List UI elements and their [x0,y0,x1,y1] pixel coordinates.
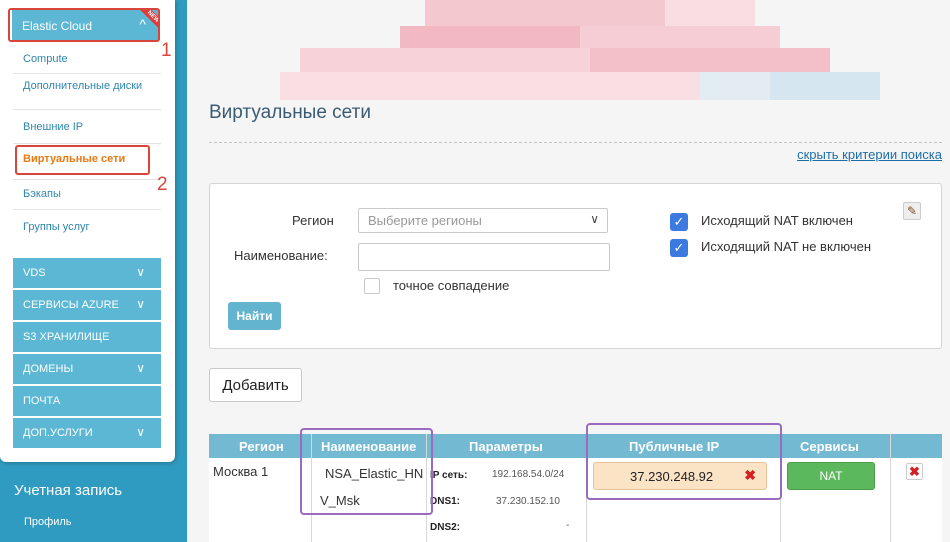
submenu-item-extra-disks[interactable]: Дополнительные диски [13,74,161,110]
nat-service-button[interactable]: NAT [787,462,875,490]
chevron-down-icon: ∨ [136,425,145,439]
page-title: Виртуальные сети [209,102,371,123]
exact-match-label: точное совпадение [393,278,510,293]
hide-search-criteria-link[interactable]: скрыть критерии поиска [797,147,942,162]
nat-disabled-checkbox[interactable]: ✓ [670,239,688,257]
param-dns1-key: DNS1: [430,496,461,507]
annotation-number-2: 2 [157,174,168,195]
annotation-box-public-ip [586,423,782,500]
menu-category-label: ДОМЕНЫ [23,363,74,375]
title-divider [209,142,942,143]
param-dns2-key: DNS2: [430,522,461,533]
nat-enabled-checkbox[interactable]: ✓ [670,213,688,231]
name-input[interactable] [358,243,610,271]
menu-category-label: VDS [23,267,46,279]
param-dns1-value: 37.230.152.10 [496,496,560,507]
param-ip-key: IP сеть: [430,470,468,481]
submenu-item-compute[interactable]: Compute [13,46,161,74]
column-header-params: Параметры [469,439,543,454]
menu-category-label: СЕРВИСЫ AZURE [23,299,119,311]
column-divider [890,434,891,542]
param-dns2-value: - [566,520,570,531]
menu-category-label: ПОЧТА [23,395,61,407]
chevron-down-icon: ∨ [136,297,145,311]
add-button[interactable]: Добавить [209,368,302,402]
delete-row-icon[interactable]: ✖ [906,463,923,480]
menu-category-mail[interactable]: ПОЧТА [13,386,161,416]
submenu-item-external-ip[interactable]: Внешние IP [13,110,161,144]
clear-filters-icon[interactable]: ✎ [903,202,921,220]
annotation-box-name [300,428,433,515]
chevron-down-icon: ∨ [136,265,145,279]
exact-match-checkbox[interactable] [364,278,380,294]
annotation-box-2 [15,145,150,175]
submenu-item-service-groups[interactable]: Группы услуг [13,210,161,244]
profile-link[interactable]: Профиль [24,516,72,528]
chevron-down-icon: ∨ [136,361,145,375]
column-header-services: Сервисы [800,439,859,454]
name-label: Наименование: [234,248,328,263]
find-button[interactable]: Найти [228,302,281,330]
nat-disabled-label: Исходящий NAT не включен [701,239,872,254]
account-section-title: Учетная запись [14,482,123,499]
submenu-item-backups[interactable]: Бэкапы [13,180,161,210]
chevron-down-icon: ∨ [590,212,599,226]
menu-category-vds[interactable]: VDS ∨ [13,258,161,288]
services-menu: Elastic Cloud ^ NEW Compute Дополнительн… [0,0,175,462]
menu-category-domains[interactable]: ДОМЕНЫ ∨ [13,354,161,384]
menu-category-label: ДОП.УСЛУГИ [23,427,93,439]
column-header-region: Регион [239,439,284,454]
nat-enabled-label: Исходящий NAT включен [701,213,853,228]
region-select-placeholder: Выберите регионы [368,213,482,228]
menu-category-s3[interactable]: S3 ХРАНИЛИЩЕ [13,322,161,352]
menu-category-label: S3 ХРАНИЛИЩЕ [23,331,110,343]
menu-category-azure[interactable]: СЕРВИСЫ AZURE ∨ [13,290,161,320]
region-select[interactable]: Выберите регионы ∨ [358,208,608,233]
menu-category-additional[interactable]: ДОП.УСЛУГИ ∨ [13,418,161,448]
search-panel: Регион Выберите регионы ∨ Наименование: … [209,183,942,349]
cell-region: Москва 1 [213,464,269,479]
region-label: Регион [292,213,334,228]
annotation-number-1: 1 [161,40,172,61]
annotation-box-1 [8,8,160,42]
param-ip-value: 192.168.54.0/24 [492,469,565,480]
